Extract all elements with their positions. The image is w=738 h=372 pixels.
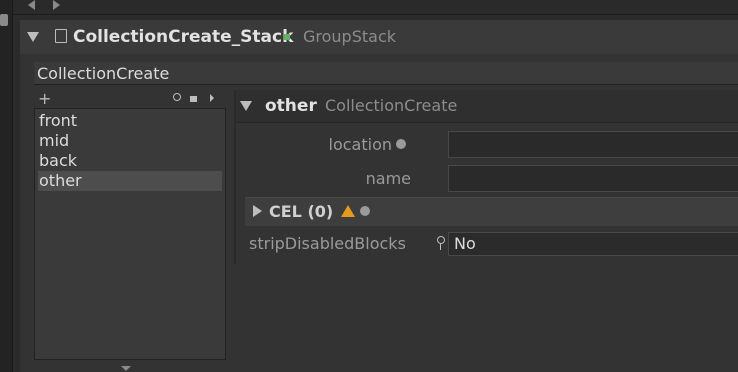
- name-label: name: [365, 169, 411, 188]
- node-name-bar[interactable]: CollectionCreate: [34, 62, 738, 85]
- strip-disabled-label: stripDisabledBlocks: [249, 234, 406, 253]
- strip-disabled-value: No: [454, 234, 476, 253]
- collection-list: front mid back other: [34, 108, 226, 360]
- location-input[interactable]: [448, 131, 738, 158]
- edge-handle-icon: [0, 14, 8, 26]
- list-item[interactable]: back: [38, 151, 222, 171]
- location-label: location: [328, 135, 392, 154]
- plus-icon[interactable]: +: [38, 91, 51, 107]
- chevron-right-icon[interactable]: [210, 94, 214, 102]
- section-type: CollectionCreate: [325, 96, 458, 115]
- info-icon[interactable]: [396, 139, 406, 149]
- stack-type: GroupStack: [303, 27, 397, 46]
- key-icon[interactable]: [437, 236, 445, 244]
- section-name: other: [265, 96, 317, 116]
- stack-title: CollectionCreate_Stack: [73, 27, 294, 47]
- lock-icon[interactable]: [190, 96, 197, 102]
- name-input[interactable]: [448, 165, 738, 192]
- list-item-selected[interactable]: other: [38, 171, 222, 191]
- search-icon[interactable]: [173, 93, 181, 101]
- status-indicator-icon: [284, 34, 290, 40]
- cel-label: CEL (0): [269, 202, 334, 221]
- top-toolbar: [13, 0, 738, 15]
- warning-icon: [341, 205, 355, 217]
- list-item[interactable]: front: [38, 111, 222, 131]
- cel-group[interactable]: CEL (0): [245, 197, 738, 226]
- resize-handle-icon[interactable]: [121, 366, 131, 371]
- section-header[interactable]: other CollectionCreate: [236, 90, 738, 123]
- info-icon[interactable]: [360, 206, 370, 216]
- expand-triangle-icon[interactable]: [253, 205, 262, 217]
- node-name-label: CollectionCreate: [37, 64, 170, 83]
- strip-disabled-dropdown[interactable]: No: [448, 232, 738, 256]
- stack-header: CollectionCreate_Stack GroupStack: [20, 20, 738, 54]
- list-item[interactable]: mid: [38, 131, 222, 151]
- key-icon-stem: [440, 243, 441, 250]
- stack-icon: [55, 29, 67, 43]
- forward-arrow-icon[interactable]: [53, 0, 60, 10]
- back-arrow-icon[interactable]: [28, 0, 35, 10]
- left-gutter: [0, 0, 13, 372]
- collapse-triangle-icon[interactable]: [27, 32, 39, 42]
- collapse-triangle-icon[interactable]: [240, 101, 252, 111]
